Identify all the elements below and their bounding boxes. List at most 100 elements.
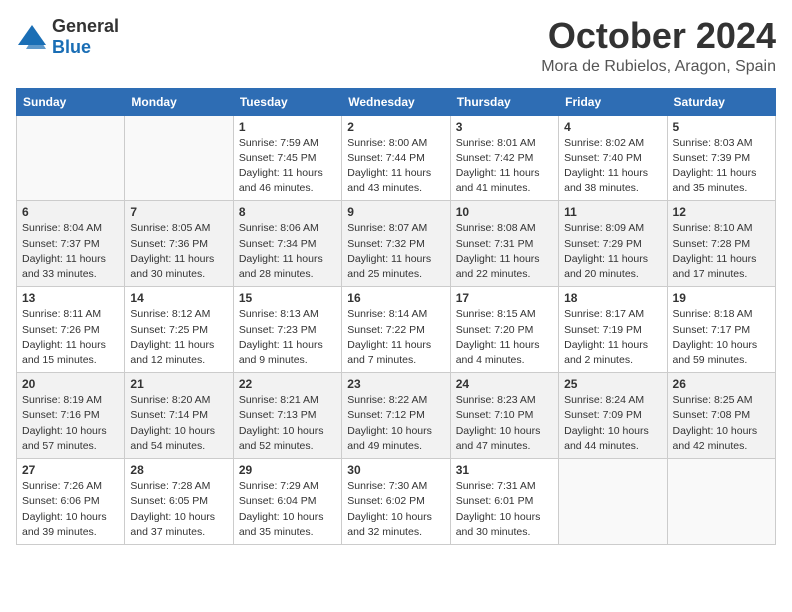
- day-info: Sunrise: 8:04 AMSunset: 7:37 PMDaylight:…: [22, 221, 119, 282]
- day-info: Sunrise: 8:25 AMSunset: 7:08 PMDaylight:…: [673, 393, 770, 454]
- table-row: 26 Sunrise: 8:25 AMSunset: 7:08 PMDayligh…: [667, 373, 775, 459]
- day-number: 13: [22, 291, 119, 305]
- table-row: 23Sunrise: 8:22 AMSunset: 7:12 PMDayligh…: [342, 373, 450, 459]
- table-row: 19 Sunrise: 8:18 AMSunset: 7:17 PMDayligh…: [667, 287, 775, 373]
- logo-blue: Blue: [52, 37, 91, 57]
- day-info: Sunrise: 8:13 AMSunset: 7:23 PMDaylight:…: [239, 307, 336, 368]
- header-thursday: Thursday: [450, 88, 558, 115]
- table-row: 11Sunrise: 8:09 AMSunset: 7:29 PMDayligh…: [559, 201, 667, 287]
- table-row: 2 Sunrise: 8:00 AMSunset: 7:44 PMDaylight…: [342, 115, 450, 201]
- day-info: Sunrise: 8:14 AMSunset: 7:22 PMDaylight:…: [347, 307, 444, 368]
- header-sunday: Sunday: [17, 88, 125, 115]
- table-row: 22 Sunrise: 8:21 AMSunset: 7:13 PMDayligh…: [233, 373, 341, 459]
- day-number: 19: [673, 291, 770, 305]
- day-number: 21: [130, 377, 227, 391]
- day-number: 8: [239, 205, 336, 219]
- month-title: October 2024: [541, 16, 776, 56]
- table-row: 8 Sunrise: 8:06 AMSunset: 7:34 PMDaylight…: [233, 201, 341, 287]
- day-info: Sunrise: 7:26 AMSunset: 6:06 PMDaylight:…: [22, 479, 119, 540]
- day-number: 9: [347, 205, 444, 219]
- table-row: 10 Sunrise: 8:08 AMSunset: 7:31 PMDayligh…: [450, 201, 558, 287]
- table-row: [125, 115, 233, 201]
- day-info: Sunrise: 8:00 AMSunset: 7:44 PMDaylight:…: [347, 136, 444, 197]
- day-number: 15: [239, 291, 336, 305]
- header-tuesday: Tuesday: [233, 88, 341, 115]
- page-header: General Blue October 2024 Mora de Rubiel…: [16, 16, 776, 76]
- day-number: 14: [130, 291, 227, 305]
- day-info: Sunrise: 8:07 AMSunset: 7:32 PMDaylight:…: [347, 221, 444, 282]
- day-number: 17: [456, 291, 553, 305]
- day-number: 29: [239, 463, 336, 477]
- day-info: Sunrise: 8:24 AMSunset: 7:09 PMDaylight:…: [564, 393, 661, 454]
- table-row: 6 Sunrise: 8:04 AMSunset: 7:37 PMDaylight…: [17, 201, 125, 287]
- table-row: 7 Sunrise: 8:05 AMSunset: 7:36 PMDaylight…: [125, 201, 233, 287]
- calendar-week-row: 13 Sunrise: 8:11 AMSunset: 7:26 PMDayligh…: [17, 287, 776, 373]
- logo: General Blue: [16, 16, 119, 58]
- table-row: 3Sunrise: 8:01 AMSunset: 7:42 PMDaylight…: [450, 115, 558, 201]
- day-number: 26: [673, 377, 770, 391]
- table-row: 13 Sunrise: 8:11 AMSunset: 7:26 PMDayligh…: [17, 287, 125, 373]
- day-number: 27: [22, 463, 119, 477]
- day-info: Sunrise: 8:05 AMSunset: 7:36 PMDaylight:…: [130, 221, 227, 282]
- table-row: [667, 459, 775, 545]
- day-number: 18: [564, 291, 661, 305]
- table-row: 17Sunrise: 8:15 AMSunset: 7:20 PMDayligh…: [450, 287, 558, 373]
- day-info: Sunrise: 8:12 AMSunset: 7:25 PMDaylight:…: [130, 307, 227, 368]
- day-info: Sunrise: 8:18 AMSunset: 7:17 PMDaylight:…: [673, 307, 770, 368]
- table-row: 14 Sunrise: 8:12 AMSunset: 7:25 PMDayligh…: [125, 287, 233, 373]
- day-number: 4: [564, 120, 661, 134]
- day-info: Sunrise: 8:23 AMSunset: 7:10 PMDaylight:…: [456, 393, 553, 454]
- day-info: Sunrise: 7:28 AMSunset: 6:05 PMDaylight:…: [130, 479, 227, 540]
- day-number: 24: [456, 377, 553, 391]
- day-info: Sunrise: 8:08 AMSunset: 7:31 PMDaylight:…: [456, 221, 553, 282]
- table-row: 18 Sunrise: 8:17 AMSunset: 7:19 PMDayligh…: [559, 287, 667, 373]
- day-info: Sunrise: 7:29 AMSunset: 6:04 PMDaylight:…: [239, 479, 336, 540]
- day-number: 12: [673, 205, 770, 219]
- day-number: 2: [347, 120, 444, 134]
- table-row: 31 Sunrise: 7:31 AMSunset: 6:01 PMDayligh…: [450, 459, 558, 545]
- day-number: 1: [239, 120, 336, 134]
- location: Mora de Rubielos, Aragon, Spain: [541, 58, 776, 76]
- table-row: 5Sunrise: 8:03 AMSunset: 7:39 PMDaylight…: [667, 115, 775, 201]
- day-number: 6: [22, 205, 119, 219]
- calendar-table: Sunday Monday Tuesday Wednesday Thursday…: [16, 88, 776, 545]
- day-info: Sunrise: 7:30 AMSunset: 6:02 PMDaylight:…: [347, 479, 444, 540]
- title-block: October 2024 Mora de Rubielos, Aragon, S…: [541, 16, 776, 76]
- header-monday: Monday: [125, 88, 233, 115]
- table-row: 28 Sunrise: 7:28 AMSunset: 6:05 PMDayligh…: [125, 459, 233, 545]
- logo-icon: [16, 23, 48, 51]
- calendar-header-row: Sunday Monday Tuesday Wednesday Thursday…: [17, 88, 776, 115]
- day-info: Sunrise: 8:17 AMSunset: 7:19 PMDaylight:…: [564, 307, 661, 368]
- day-info: Sunrise: 7:59 AMSunset: 7:45 PMDaylight:…: [239, 136, 336, 197]
- day-number: 28: [130, 463, 227, 477]
- day-info: Sunrise: 8:06 AMSunset: 7:34 PMDaylight:…: [239, 221, 336, 282]
- table-row: 15 Sunrise: 8:13 AMSunset: 7:23 PMDayligh…: [233, 287, 341, 373]
- calendar-week-row: 1 Sunrise: 7:59 AMSunset: 7:45 PMDaylight…: [17, 115, 776, 201]
- day-info: Sunrise: 8:22 AMSunset: 7:12 PMDaylight:…: [347, 393, 444, 454]
- day-number: 30: [347, 463, 444, 477]
- table-row: 21 Sunrise: 8:20 AMSunset: 7:14 PMDayligh…: [125, 373, 233, 459]
- table-row: 24 Sunrise: 8:23 AMSunset: 7:10 PMDayligh…: [450, 373, 558, 459]
- logo-general: General: [52, 16, 119, 36]
- day-info: Sunrise: 8:21 AMSunset: 7:13 PMDaylight:…: [239, 393, 336, 454]
- table-row: 25 Sunrise: 8:24 AMSunset: 7:09 PMDayligh…: [559, 373, 667, 459]
- day-info: Sunrise: 8:20 AMSunset: 7:14 PMDaylight:…: [130, 393, 227, 454]
- day-info: Sunrise: 8:11 AMSunset: 7:26 PMDaylight:…: [22, 307, 119, 368]
- day-number: 10: [456, 205, 553, 219]
- day-info: Sunrise: 7:31 AMSunset: 6:01 PMDaylight:…: [456, 479, 553, 540]
- table-row: 27 Sunrise: 7:26 AMSunset: 6:06 PMDayligh…: [17, 459, 125, 545]
- table-row: [17, 115, 125, 201]
- table-row: 30 Sunrise: 7:30 AMSunset: 6:02 PMDayligh…: [342, 459, 450, 545]
- table-row: 16 Sunrise: 8:14 AMSunset: 7:22 PMDayligh…: [342, 287, 450, 373]
- day-number: 31: [456, 463, 553, 477]
- day-number: 5: [673, 120, 770, 134]
- table-row: 1 Sunrise: 7:59 AMSunset: 7:45 PMDaylight…: [233, 115, 341, 201]
- day-info: Sunrise: 8:10 AMSunset: 7:28 PMDaylight:…: [673, 221, 770, 282]
- header-wednesday: Wednesday: [342, 88, 450, 115]
- day-number: 16: [347, 291, 444, 305]
- day-number: 25: [564, 377, 661, 391]
- day-number: 22: [239, 377, 336, 391]
- day-info: Sunrise: 8:09 AMSunset: 7:29 PMDaylight:…: [564, 221, 661, 282]
- calendar-week-row: 27 Sunrise: 7:26 AMSunset: 6:06 PMDayligh…: [17, 459, 776, 545]
- day-number: 7: [130, 205, 227, 219]
